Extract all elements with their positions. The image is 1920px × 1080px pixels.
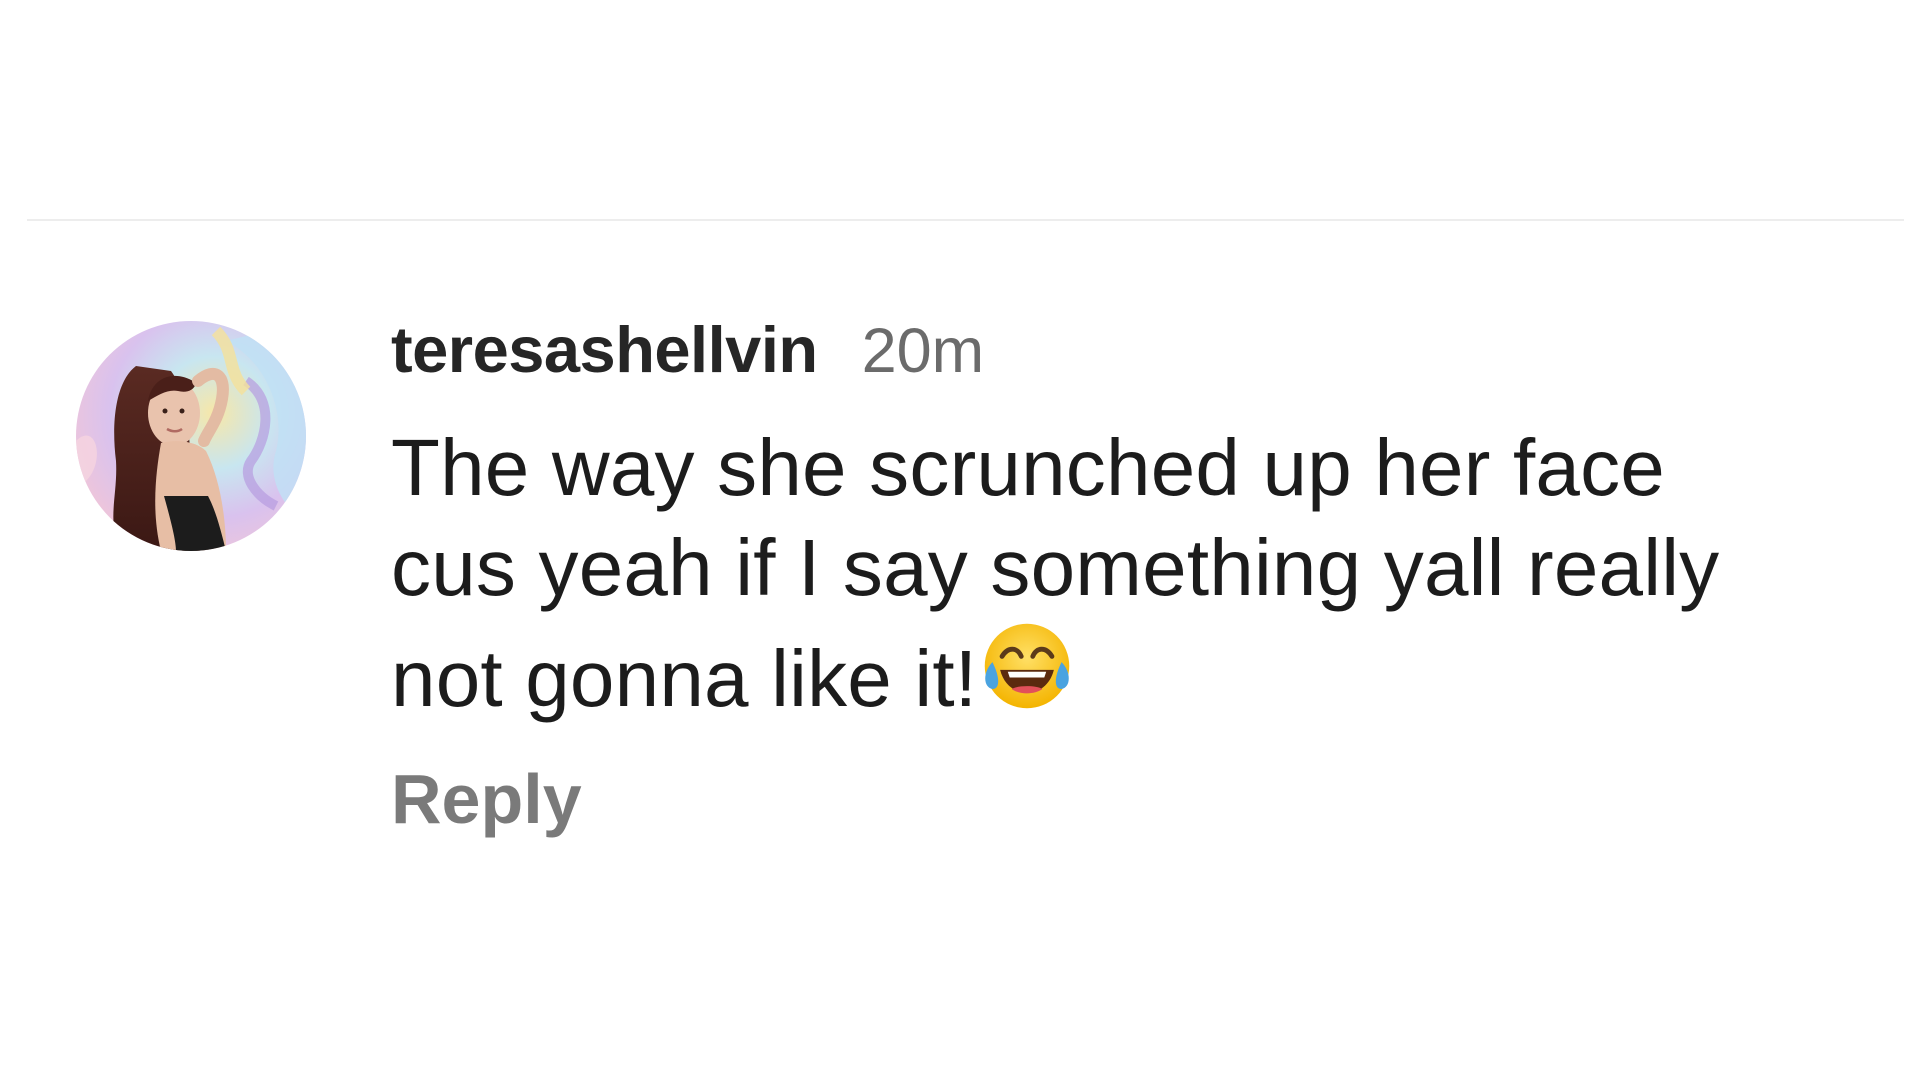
comment-text: The way she scrunched up her face cus ye…: [391, 418, 1891, 729]
face-with-tears-of-joy-icon: [979, 618, 1075, 714]
username[interactable]: teresashellvin: [391, 312, 818, 387]
comment-text-segment: not gonna like it!: [391, 634, 978, 723]
comment-text-line: cus yeah if I say something yall really: [391, 518, 1891, 618]
comment-text-segment: cus yeah if I say something yall really: [391, 523, 1720, 612]
comment-meta: teresashellvin 20m: [391, 312, 1891, 396]
screen: teresashellvin 20m The way she scrunched…: [0, 0, 1920, 1080]
avatar-photo: [76, 321, 306, 551]
timestamp: 20m: [861, 316, 985, 386]
reply-button[interactable]: Reply: [391, 759, 582, 839]
comment-text-line: not gonna like it!: [391, 618, 1891, 729]
comment: teresashellvin 20m The way she scrunched…: [0, 0, 1920, 1080]
comment-text-line: The way she scrunched up her face: [391, 423, 1665, 512]
avatar[interactable]: [76, 321, 306, 551]
comment-body: teresashellvin 20m The way she scrunched…: [391, 312, 1891, 839]
